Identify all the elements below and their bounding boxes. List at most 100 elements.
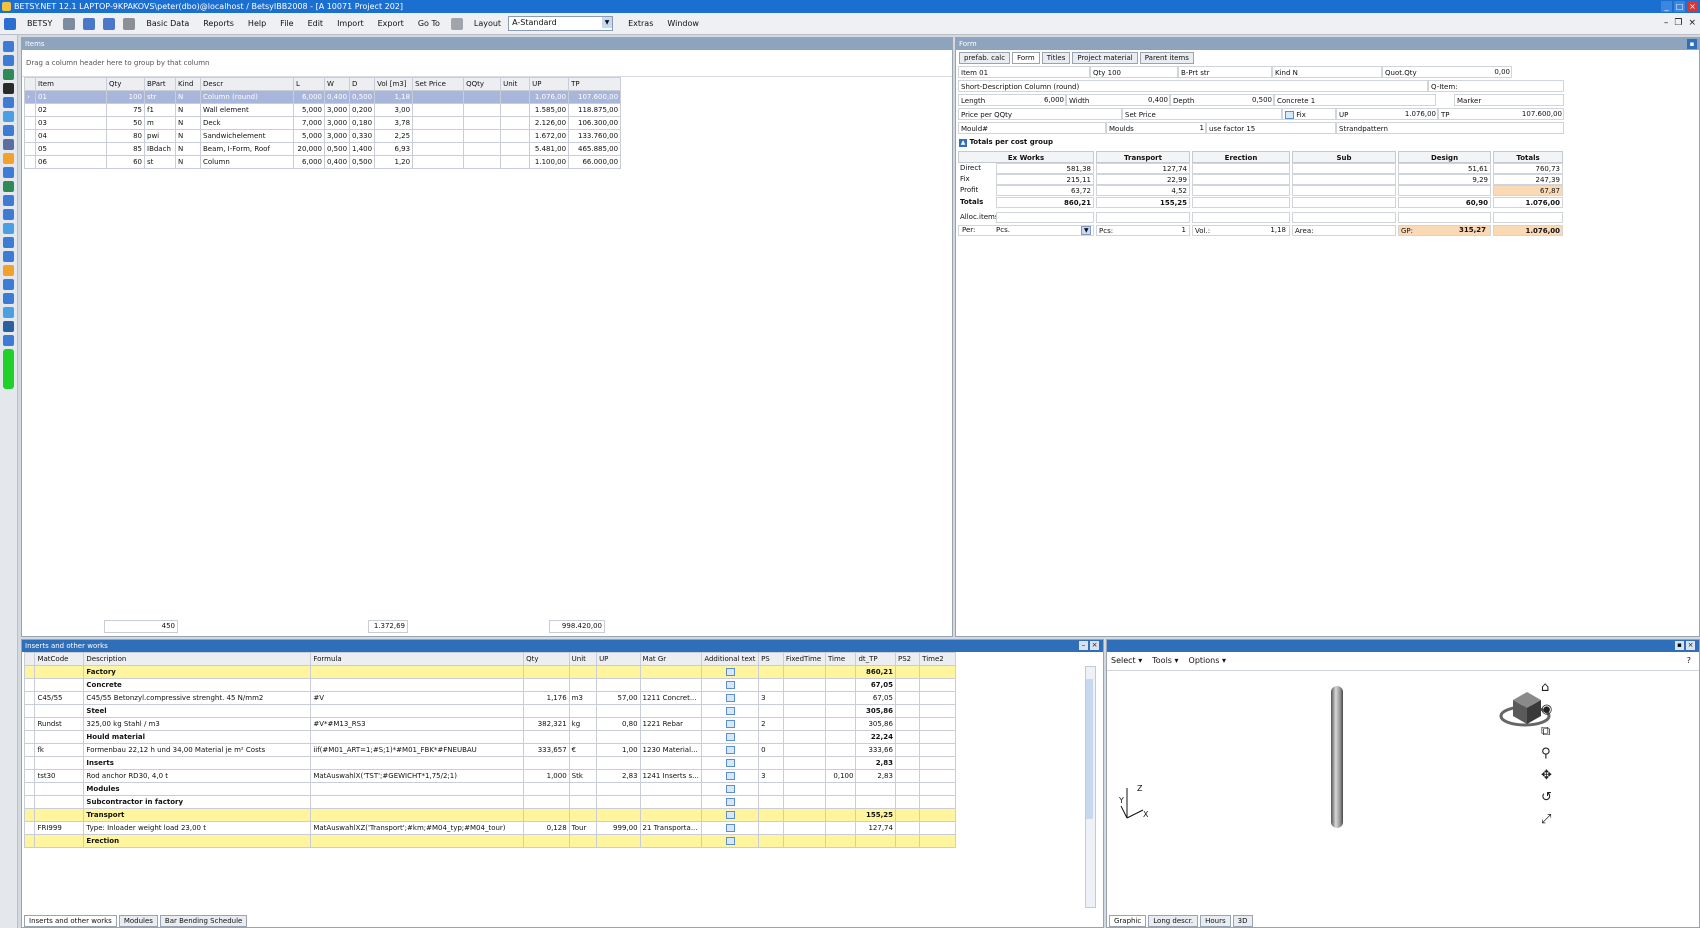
table-cell[interactable]: C45/55 <box>34 691 85 705</box>
table-cell[interactable] <box>412 103 465 117</box>
table-cell[interactable] <box>463 155 502 169</box>
cost-cell[interactable] <box>1292 197 1396 208</box>
cost-cell[interactable] <box>1192 174 1290 185</box>
table-cell[interactable] <box>894 795 921 809</box>
cost-cell[interactable]: 67,87 <box>1493 185 1563 196</box>
table-cell[interactable]: m3 <box>568 691 598 705</box>
menu-tools[interactable]: Tools ▾ <box>1152 656 1178 665</box>
tool-icon-12[interactable] <box>3 195 14 206</box>
table-cell[interactable] <box>701 821 760 835</box>
table-cell[interactable] <box>412 90 465 104</box>
calculator-icon[interactable] <box>123 17 136 30</box>
table-cell[interactable] <box>824 821 857 835</box>
alloc-cell[interactable] <box>1192 212 1290 223</box>
tab-3d[interactable]: 3D <box>1232 915 1253 927</box>
row-selector[interactable] <box>23 717 36 731</box>
cost-cell[interactable] <box>1292 174 1396 185</box>
table-cell[interactable]: IBdach <box>144 142 176 156</box>
table-cell[interactable]: 5,000 <box>293 129 325 143</box>
table-cell[interactable] <box>855 782 896 796</box>
table-cell[interactable] <box>34 730 85 744</box>
table-cell[interactable] <box>782 769 827 783</box>
help-icon[interactable]: ? <box>1687 656 1691 665</box>
table-cell[interactable] <box>568 730 598 744</box>
table-cell[interactable] <box>919 691 956 705</box>
col-ins-qty[interactable]: Qty <box>523 652 570 666</box>
table-cell[interactable] <box>782 834 827 848</box>
list-item[interactable]: Rundst 325,00 kg Stahl / m3 #V*#M13_RS3 382… <box>23 717 956 731</box>
table-cell[interactable] <box>824 717 857 731</box>
table-cell[interactable]: 06 <box>35 155 107 169</box>
table-cell[interactable] <box>568 795 598 809</box>
table-cell[interactable] <box>639 834 703 848</box>
check-icon[interactable] <box>3 349 14 389</box>
table-cell[interactable] <box>701 691 760 705</box>
tool-icon-19[interactable] <box>3 293 14 304</box>
table-cell[interactable] <box>310 808 525 822</box>
per-value[interactable]: Pcs. <box>994 225 1074 236</box>
mdi-minimize-icon[interactable]: – <box>1664 18 1669 28</box>
table-cell[interactable] <box>568 756 598 770</box>
col-unit[interactable]: Unit <box>500 77 531 91</box>
col-ps[interactable]: PS <box>758 652 784 666</box>
table-cell[interactable]: 21 Transporta... <box>639 821 703 835</box>
row-selector[interactable] <box>24 142 36 156</box>
table-cell[interactable]: 1.585,00 <box>529 103 570 117</box>
table-cell[interactable]: 3,000 <box>323 129 351 143</box>
table-cell[interactable] <box>919 756 956 770</box>
table-cell[interactable] <box>919 704 956 718</box>
table-cell[interactable]: 305,86 <box>855 717 896 731</box>
table-cell[interactable] <box>919 743 956 757</box>
table-cell[interactable] <box>824 678 857 692</box>
table-cell[interactable]: fk <box>34 743 85 757</box>
table-cell[interactable] <box>34 795 85 809</box>
table-cell[interactable] <box>782 730 827 744</box>
col-w[interactable]: W <box>323 77 351 91</box>
list-item[interactable]: Hould material 22,24 <box>23 730 956 744</box>
table-cell[interactable]: 3,00 <box>374 103 414 117</box>
per-dropdown-icon[interactable]: ▼ <box>1081 226 1091 235</box>
tool-icon-14[interactable] <box>3 223 14 234</box>
cost-cell[interactable]: 1.076,00 <box>1493 197 1563 208</box>
table-cell[interactable] <box>463 129 502 143</box>
row-selector[interactable] <box>23 691 36 705</box>
menu-help[interactable]: Help <box>241 13 273 35</box>
table-cell[interactable] <box>894 691 921 705</box>
col-formula[interactable]: Formula <box>310 652 525 666</box>
gp-value[interactable]: 315,27 <box>1426 225 1488 236</box>
table-cell[interactable]: 100 <box>106 90 145 104</box>
table-cell[interactable]: Type: Inloader weight load 23,00 t <box>83 821 312 835</box>
table-cell[interactable] <box>310 756 525 770</box>
table-cell[interactable]: 2 <box>758 717 784 731</box>
table-cell[interactable] <box>500 142 531 156</box>
item-field[interactable]: Item 01 <box>958 66 1090 78</box>
table-cell[interactable] <box>894 678 921 692</box>
pan-icon[interactable]: ✥ <box>1541 768 1552 783</box>
table-cell[interactable]: FRI999 <box>34 821 85 835</box>
table-cell[interactable]: Beam, I-Form, Roof <box>200 142 294 156</box>
table-cell[interactable]: 57,00 <box>596 691 641 705</box>
table-cell[interactable] <box>500 155 531 169</box>
menu-reports[interactable]: Reports <box>196 13 241 35</box>
table-cell[interactable] <box>824 704 857 718</box>
table-cell[interactable] <box>701 743 760 757</box>
additional-text-icon[interactable] <box>725 797 735 806</box>
table-cell[interactable]: 860,21 <box>855 665 896 679</box>
table-cell[interactable] <box>782 743 827 757</box>
table-cell[interactable] <box>639 808 703 822</box>
depth-value[interactable]: 0,500 <box>1224 94 1274 106</box>
table-cell[interactable]: Column <box>200 155 294 169</box>
table-cell[interactable] <box>310 730 525 744</box>
table-cell[interactable] <box>568 678 598 692</box>
tool-icon-8[interactable] <box>3 139 14 150</box>
table-cell[interactable] <box>824 782 857 796</box>
row-selector[interactable] <box>24 103 36 117</box>
table-cell[interactable]: m <box>144 116 176 130</box>
col-up[interactable]: UP <box>529 77 570 91</box>
table-cell[interactable]: 1241 Inserts s... <box>639 769 703 783</box>
menu-edit[interactable]: Edit <box>301 13 331 35</box>
q-item-field[interactable]: Q-Item: <box>1428 80 1564 92</box>
table-cell[interactable]: 66.000,00 <box>568 155 622 169</box>
col-bpart[interactable]: BPart <box>144 77 176 91</box>
tool-icon-13[interactable] <box>3 209 14 220</box>
